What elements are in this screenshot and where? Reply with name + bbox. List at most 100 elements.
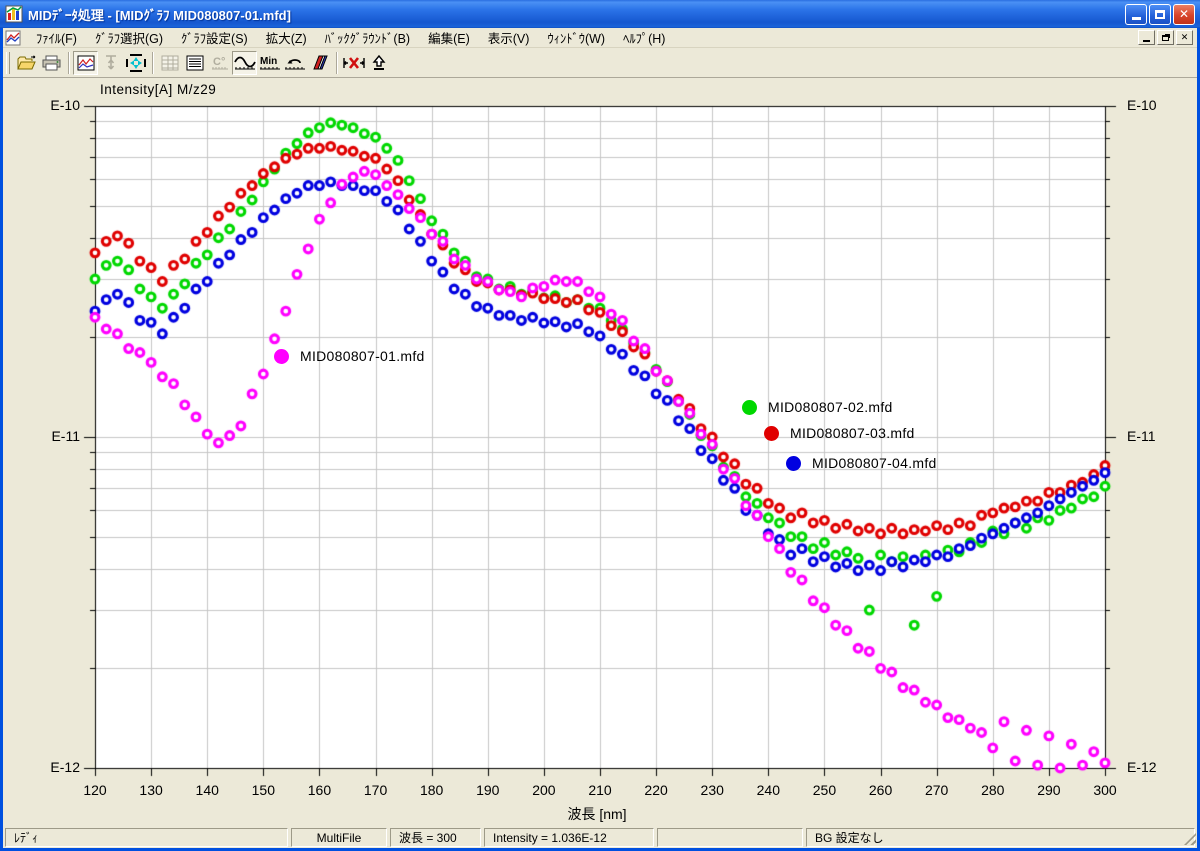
status-ready: ﾚﾃﾞｨ [5, 828, 288, 847]
scatter-plot-canvas[interactable] [3, 78, 1197, 826]
menu-file[interactable]: ﾌｧｲﾙ(F) [27, 26, 86, 50]
menu-bar: ﾌｧｲﾙ(F) ｸﾞﾗﾌ選択(G) ｸﾞﾗﾌ設定(S) 拡大(Z) ﾊﾞｯｸｸﾞ… [3, 28, 1197, 48]
grid-table-icon [161, 55, 179, 71]
status-multifile: MultiFile [291, 828, 387, 847]
mdi-restore-button[interactable] [1157, 30, 1174, 45]
printer-icon [42, 55, 62, 71]
x-tick-label: 290 [1037, 782, 1060, 798]
open-file-button[interactable] [14, 51, 39, 75]
x-tick-label: 190 [476, 782, 499, 798]
menu-graph-settings[interactable]: ｸﾞﾗﾌ設定(S) [172, 26, 257, 50]
menu-edit[interactable]: 編集(E) [419, 26, 479, 50]
minimize-icon [1132, 17, 1141, 20]
x-axis-title: 波長 [nm] [567, 804, 626, 824]
x-tick-label: 220 [644, 782, 667, 798]
mdi-minimize-icon [1143, 40, 1150, 42]
legend-item[interactable]: MID080807-03.mfd [764, 425, 915, 441]
legend-marker-icon [274, 349, 289, 364]
y-tick-label: E-10 [1127, 97, 1179, 113]
status-bg-setting: BG 設定なし [806, 828, 1195, 847]
x-tick-label: 130 [139, 782, 162, 798]
maximize-button[interactable] [1149, 4, 1171, 25]
legend-label: MID080807-02.mfd [768, 399, 893, 415]
waveform-button[interactable] [232, 51, 257, 75]
menu-help[interactable]: ﾍﾙﾌﾟ(H) [614, 26, 674, 50]
graph-window: Intensity[A] M/z29 E-10 E-11 E-12 E-10 E-11… [3, 78, 1197, 826]
x-tick-label: 150 [252, 782, 275, 798]
grid-table-button[interactable] [157, 51, 182, 75]
window-title: MIDﾃﾞｰﾀ処理 - [MIDｸﾞﾗﾌ MID080807-01.mfd] [28, 5, 1125, 24]
minimum-icon: Min [259, 54, 281, 72]
mdi-close-button[interactable]: ✕ [1176, 30, 1193, 45]
x-tick-label: 120 [83, 782, 106, 798]
mdi-document-icon[interactable] [5, 30, 21, 46]
x-tick-label: 230 [701, 782, 724, 798]
legend-label: MID080807-01.mfd [300, 348, 425, 364]
menu-graph-select[interactable]: ｸﾞﾗﾌ選択(G) [86, 26, 172, 50]
status-bar: ﾚﾃﾞｨ MultiFile 波長 = 300 Intensity = 1.03… [3, 826, 1197, 848]
minimum-button[interactable]: Min [257, 51, 282, 75]
open-folder-icon [17, 55, 37, 71]
clear-x-range-button[interactable] [341, 51, 366, 75]
legend-item[interactable]: MID080807-04.mfd [786, 455, 937, 471]
graph-view-icon [77, 55, 95, 71]
y-tick-label: E-10 [28, 97, 80, 113]
menu-view[interactable]: 表示(V) [479, 26, 539, 50]
vertical-scale-button[interactable] [98, 51, 123, 75]
mdi-minimize-button[interactable] [1138, 30, 1155, 45]
y-tick-label: E-12 [1127, 759, 1179, 775]
toolbar: C° Min [3, 48, 1197, 78]
celsius-button[interactable]: C° [207, 51, 232, 75]
x-tick-label: 250 [813, 782, 836, 798]
graph-view-button[interactable] [73, 51, 98, 75]
client-area: ﾌｧｲﾙ(F) ｸﾞﾗﾌ選択(G) ｸﾞﾗﾌ設定(S) 拡大(Z) ﾊﾞｯｸｸﾞ… [3, 28, 1197, 848]
status-wavelength: 波長 = 300 [390, 828, 481, 847]
menu-window[interactable]: ｳｨﾝﾄﾞｳ(W) [538, 26, 614, 50]
toolbar-separator [336, 52, 337, 74]
redraw-loop-button[interactable] [282, 51, 307, 75]
legend-item[interactable]: MID080807-02.mfd [742, 399, 893, 415]
multi-graph-button[interactable] [307, 51, 332, 75]
minimize-button[interactable] [1125, 4, 1147, 25]
x-tick-label: 200 [532, 782, 555, 798]
x-tick-label: 180 [420, 782, 443, 798]
multi-graph-icon [310, 54, 330, 72]
y-tick-label: E-11 [1127, 428, 1179, 444]
y-tick-label: E-11 [28, 428, 80, 444]
legend-item[interactable]: MID080807-01.mfd [274, 348, 425, 364]
close-icon: ✕ [1179, 7, 1189, 21]
maximize-icon [1155, 10, 1165, 19]
mdi-restore-icon [1162, 35, 1169, 41]
x-tick-label: 210 [588, 782, 611, 798]
menu-background[interactable]: ﾊﾞｯｸｸﾞﾗｳﾝﾄﾞ(B) [316, 26, 419, 50]
print-button[interactable] [39, 51, 64, 75]
redraw-loop-icon [284, 54, 306, 72]
menu-zoom[interactable]: 拡大(Z) [257, 26, 316, 50]
export-up-button[interactable] [366, 51, 391, 75]
clear-x-range-icon [343, 54, 365, 72]
x-tick-label: 140 [196, 782, 219, 798]
legend-label: MID080807-04.mfd [812, 455, 937, 471]
toolbar-grip[interactable] [6, 52, 10, 74]
expand-arrows-icon [126, 54, 146, 72]
data-list-button[interactable] [182, 51, 207, 75]
x-tick-label: 260 [869, 782, 892, 798]
toolbar-separator [152, 52, 153, 74]
app-icon [5, 5, 23, 23]
status-empty [657, 828, 803, 847]
legend-label: MID080807-03.mfd [790, 425, 915, 441]
close-button[interactable]: ✕ [1173, 4, 1195, 25]
celsius-icon: C° [210, 54, 230, 72]
up-arrow-icon [370, 54, 388, 72]
app-window: MIDﾃﾞｰﾀ処理 - [MIDｸﾞﾗﾌ MID080807-01.mfd] ✕… [0, 0, 1200, 851]
x-tick-label: 270 [925, 782, 948, 798]
y-tick-label: E-12 [28, 759, 80, 775]
x-tick-label: 160 [308, 782, 331, 798]
mdi-close-icon: ✕ [1181, 32, 1189, 43]
title-bar[interactable]: MIDﾃﾞｰﾀ処理 - [MIDｸﾞﾗﾌ MID080807-01.mfd] ✕ [0, 0, 1200, 28]
data-list-icon [186, 55, 204, 71]
fit-expand-button[interactable] [123, 51, 148, 75]
y-axis-title: Intensity[A] M/z29 [100, 82, 216, 97]
waveform-icon [234, 54, 256, 72]
legend-marker-icon [786, 456, 801, 471]
